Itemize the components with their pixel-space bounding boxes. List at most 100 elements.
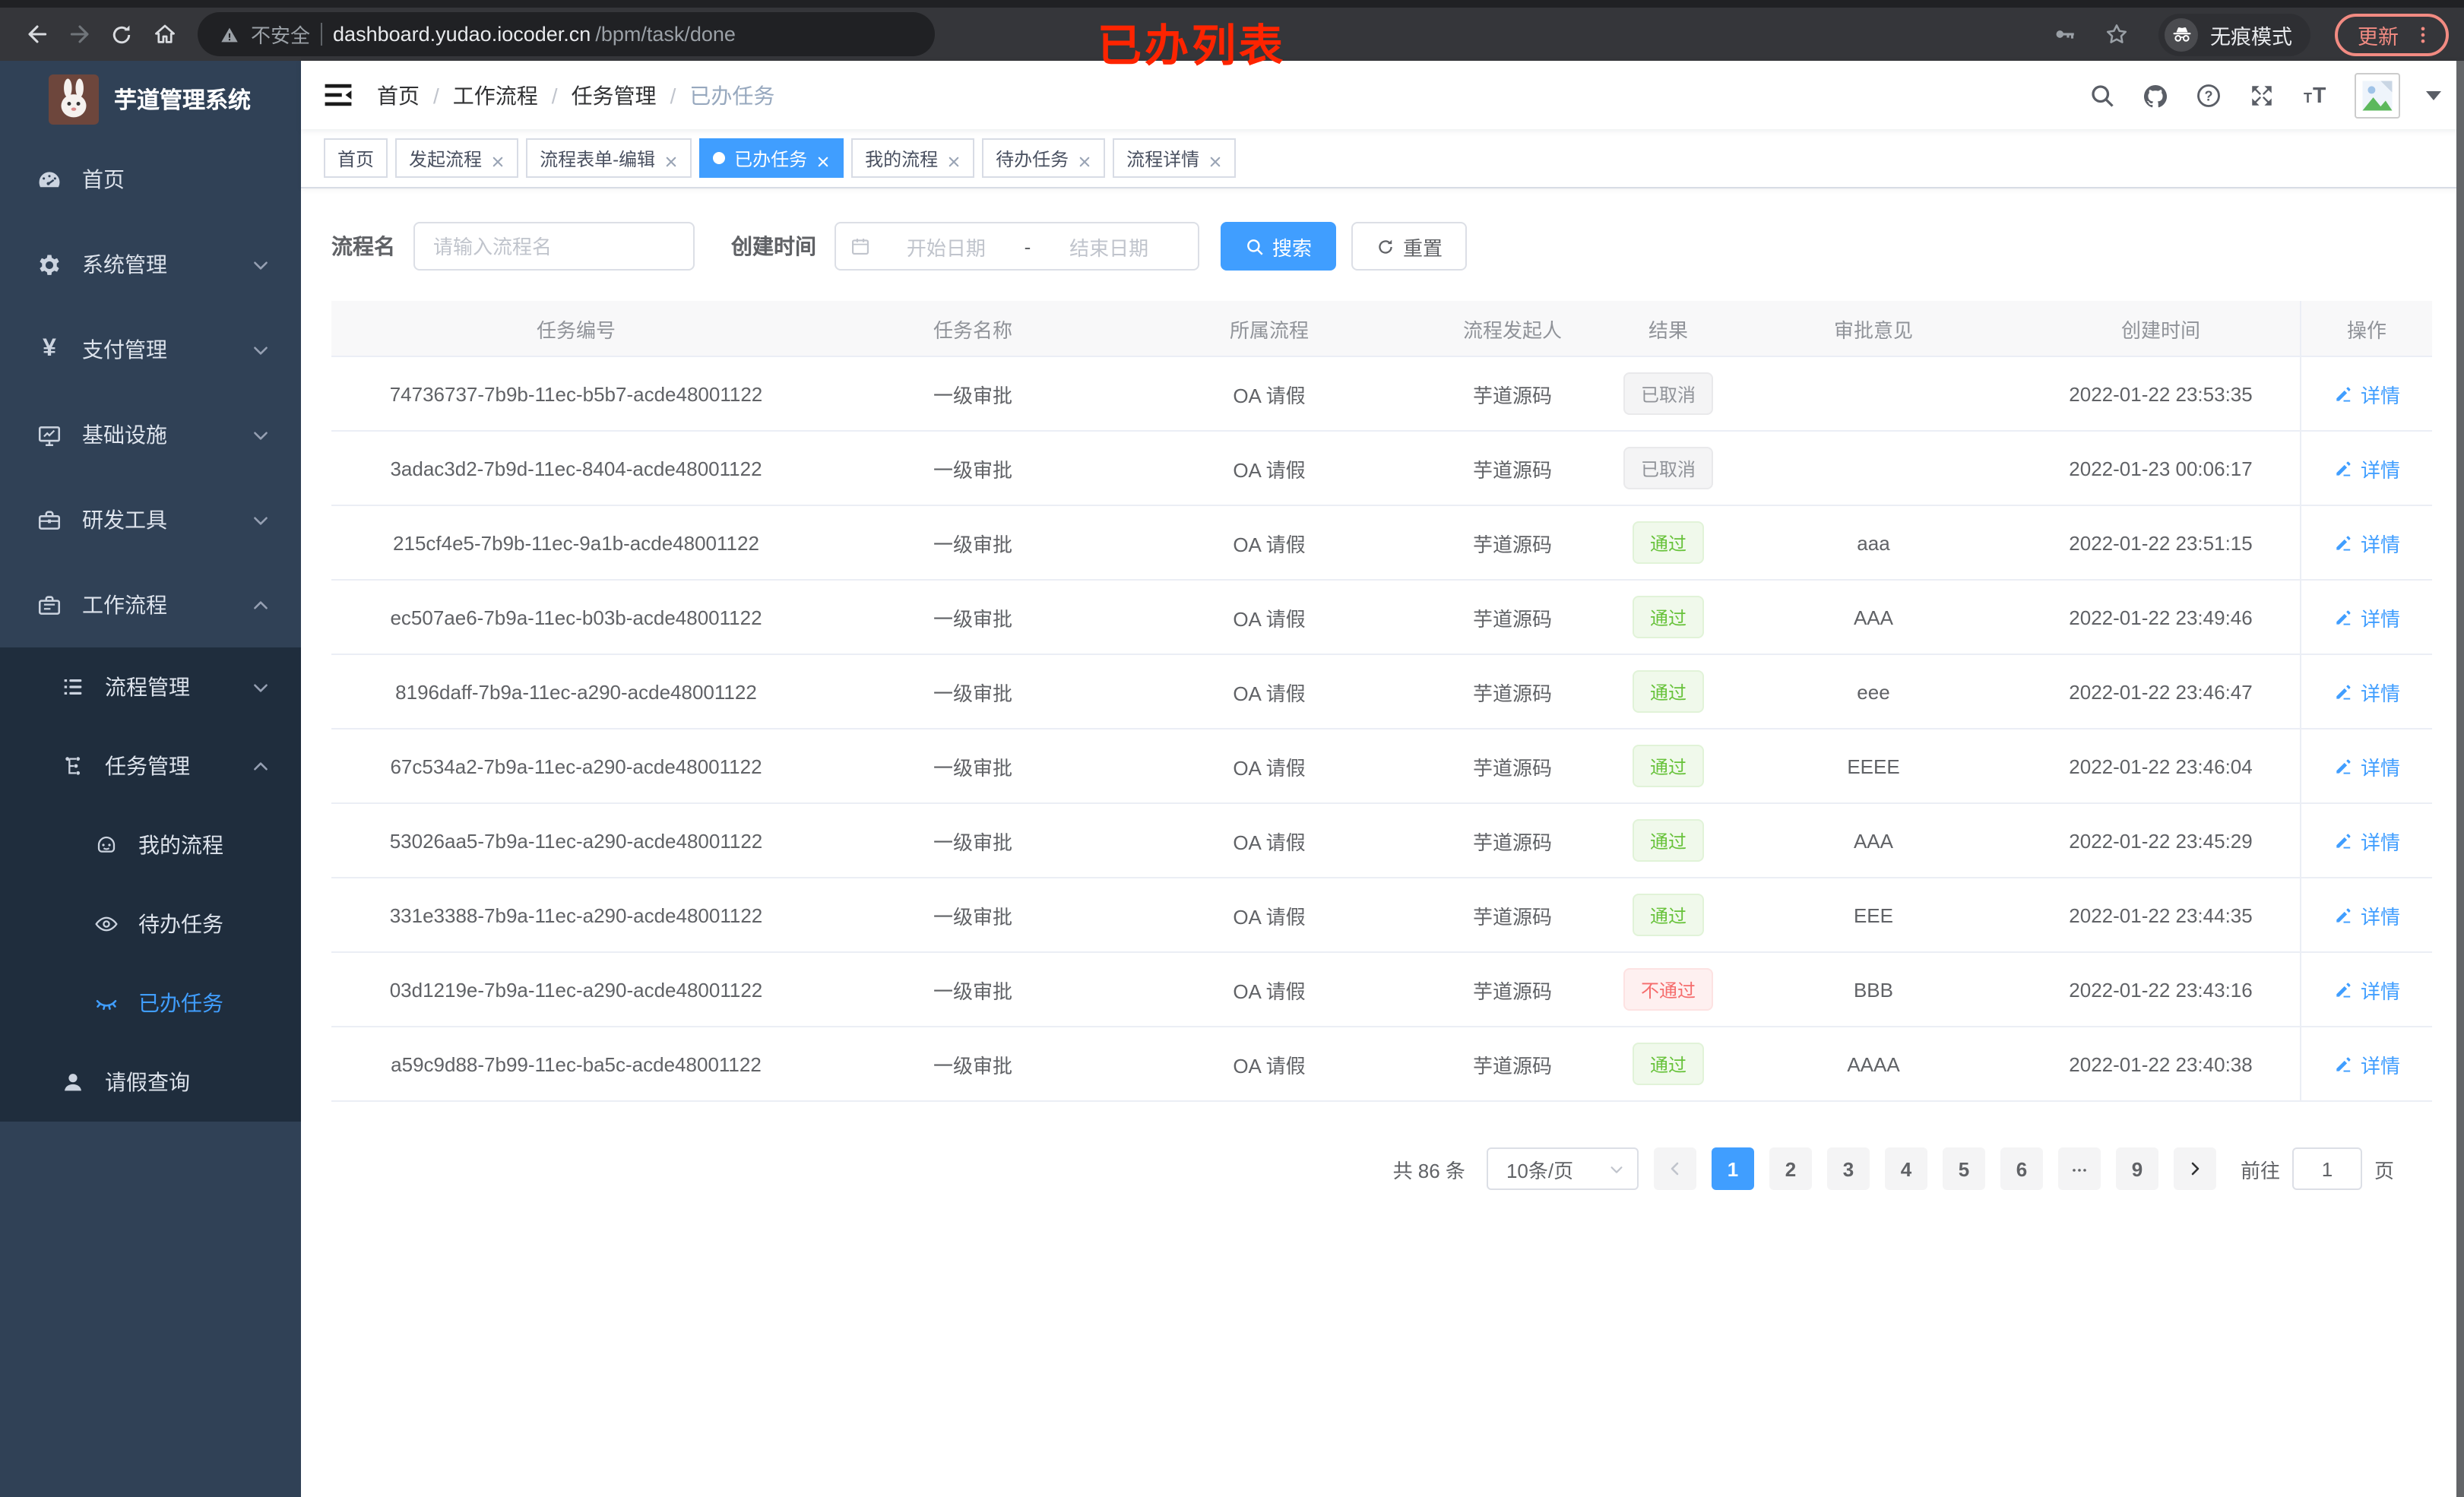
detail-link[interactable]: 详情 <box>2333 826 2400 855</box>
tab-home[interactable]: 首页 <box>324 138 388 178</box>
col-header-created: 创建时间 <box>2022 301 2300 357</box>
breadcrumb-home[interactable]: 首页 <box>377 80 420 110</box>
sidebar-item-done-tasks[interactable]: 已办任务 <box>0 964 301 1043</box>
process-name-input[interactable] <box>413 222 695 271</box>
detail-link[interactable]: 详情 <box>2333 528 2400 557</box>
detail-link[interactable]: 详情 <box>2333 1049 2400 1078</box>
scrollbar[interactable] <box>2456 61 2464 1497</box>
page-button-6[interactable]: 6 <box>2000 1147 2043 1190</box>
cell-comment: AAA <box>1725 804 2022 878</box>
edit-pencil-icon <box>2333 905 2353 925</box>
pages-ellipsis[interactable] <box>2057 1147 2101 1190</box>
sidebar-item-devtools[interactable]: 研发工具 <box>0 477 301 562</box>
sidebar-item-leave-query[interactable]: 请假查询 <box>0 1043 301 1122</box>
breadcrumb-task-mgmt[interactable]: 任务管理 <box>572 80 657 110</box>
close-icon[interactable] <box>1208 151 1222 165</box>
github-icon[interactable] <box>2142 81 2169 109</box>
next-page-button[interactable] <box>2173 1147 2216 1190</box>
key-icon[interactable] <box>2043 13 2086 55</box>
reload-icon[interactable] <box>100 13 143 55</box>
end-date-placeholder[interactable]: 结束日期 <box>1034 232 1184 261</box>
logo[interactable]: 芋道管理系统 <box>0 61 301 137</box>
detail-link[interactable]: 详情 <box>2333 677 2400 706</box>
col-header-process: 所属流程 <box>1125 301 1414 357</box>
search-button[interactable]: 搜索 <box>1221 222 1337 271</box>
kebab-menu-icon[interactable] <box>2412 24 2434 45</box>
edit-pencil-icon <box>2333 756 2353 776</box>
browser-chrome: 不安全 dashboard.yudao.iocoder.cn/bpm/task/… <box>0 0 2464 71</box>
sidebar-item-workflow[interactable]: 工作流程 <box>0 562 301 647</box>
ellipsis-icon <box>2070 1160 2089 1178</box>
sidebar-item-system[interactable]: 系统管理 <box>0 222 301 307</box>
cell-created: 2022-01-22 23:46:47 <box>2022 655 2300 730</box>
cell-initiator: 芋道源码 <box>1414 804 1611 878</box>
start-date-placeholder[interactable]: 开始日期 <box>871 232 1021 261</box>
fullscreen-icon[interactable] <box>2248 81 2276 109</box>
table-row: 8196daff-7b9a-11ec-a290-acde48001122 一级审… <box>331 655 2432 730</box>
hamburger-icon[interactable] <box>324 82 353 108</box>
sidebar-item-infra[interactable]: 基础设施 <box>0 392 301 477</box>
detail-link[interactable]: 详情 <box>2333 379 2400 408</box>
url-host: dashboard.yudao.iocoder.cn <box>333 23 591 46</box>
page-button-3[interactable]: 3 <box>1826 1147 1870 1190</box>
update-button[interactable]: 更新 <box>2335 13 2449 55</box>
page-button-2[interactable]: 2 <box>1769 1147 1812 1190</box>
close-icon[interactable] <box>664 151 678 165</box>
sidebar-item-todo-tasks[interactable]: 待办任务 <box>0 885 301 964</box>
tab-start-process[interactable]: 发起流程 <box>395 138 519 178</box>
security-label[interactable]: 不安全 <box>251 20 310 49</box>
chevron-down-icon <box>251 255 271 274</box>
detail-link[interactable]: 详情 <box>2333 454 2400 483</box>
tab-done-tasks[interactable]: 已办任务 <box>699 138 844 178</box>
update-label[interactable]: 更新 <box>2358 19 2399 49</box>
home-icon[interactable] <box>143 13 185 55</box>
sidebar-item-task-mgmt[interactable]: 任务管理 <box>0 726 301 805</box>
back-icon[interactable] <box>15 13 58 55</box>
detail-link[interactable]: 详情 <box>2333 752 2400 780</box>
page-size-select[interactable]: 10条/页 <box>1486 1147 1639 1190</box>
forward-icon[interactable] <box>58 13 100 55</box>
breadcrumb-workflow[interactable]: 工作流程 <box>453 80 538 110</box>
sidebar-item-process-mgmt[interactable]: 流程管理 <box>0 647 301 726</box>
reset-button[interactable]: 重置 <box>1351 222 1468 271</box>
monitor-icon <box>36 422 62 448</box>
caret-down-icon[interactable] <box>2426 90 2441 100</box>
tab-label: 我的流程 <box>865 148 939 169</box>
address-bar[interactable]: 不安全 dashboard.yudao.iocoder.cn/bpm/task/… <box>198 12 935 56</box>
edit-pencil-icon <box>2333 831 2353 850</box>
search-icon[interactable] <box>2089 81 2116 109</box>
goto-page-input[interactable] <box>2291 1147 2362 1190</box>
prev-page-button[interactable] <box>1653 1147 1696 1190</box>
cell-task-name: 一级审批 <box>821 1027 1125 1102</box>
sidebar-item-payment[interactable]: ¥ 支付管理 <box>0 307 301 392</box>
page-button-9[interactable]: 9 <box>2115 1147 2158 1190</box>
goto-label: 前往 <box>2240 1159 2280 1182</box>
page-button-5[interactable]: 5 <box>1942 1147 1985 1190</box>
cell-process: OA 请假 <box>1125 581 1414 655</box>
detail-link[interactable]: 详情 <box>2333 975 2400 1004</box>
close-icon[interactable] <box>491 151 505 165</box>
detail-link[interactable]: 详情 <box>2333 900 2400 929</box>
detail-link[interactable]: 详情 <box>2333 603 2400 631</box>
page-button-4[interactable]: 4 <box>1884 1147 1927 1190</box>
cell-initiator: 芋道源码 <box>1414 1027 1611 1102</box>
close-icon[interactable] <box>816 151 830 165</box>
page-button-1[interactable]: 1 <box>1711 1147 1754 1190</box>
close-icon[interactable] <box>1078 151 1091 165</box>
edit-pencil-icon <box>2333 682 2353 701</box>
edit-pencil-icon <box>2333 1054 2353 1074</box>
tab-process-form-edit[interactable]: 流程表单-编辑 <box>526 138 692 178</box>
question-icon[interactable] <box>2195 81 2222 109</box>
cell-process: OA 请假 <box>1125 357 1414 432</box>
date-range-picker[interactable]: 开始日期 - 结束日期 <box>835 222 1199 271</box>
sidebar-item-my-process[interactable]: 我的流程 <box>0 805 301 885</box>
avatar[interactable] <box>2355 72 2400 118</box>
star-icon[interactable] <box>2095 13 2137 55</box>
tab-todo-tasks[interactable]: 待办任务 <box>982 138 1106 178</box>
tab-process-detail[interactable]: 流程详情 <box>1113 138 1237 178</box>
close-icon[interactable] <box>947 151 961 165</box>
font-size-icon[interactable] <box>2301 81 2329 109</box>
result-badge: 通过 <box>1633 1043 1703 1085</box>
tab-my-process[interactable]: 我的流程 <box>851 138 975 178</box>
sidebar-item-home[interactable]: 首页 <box>0 137 301 222</box>
